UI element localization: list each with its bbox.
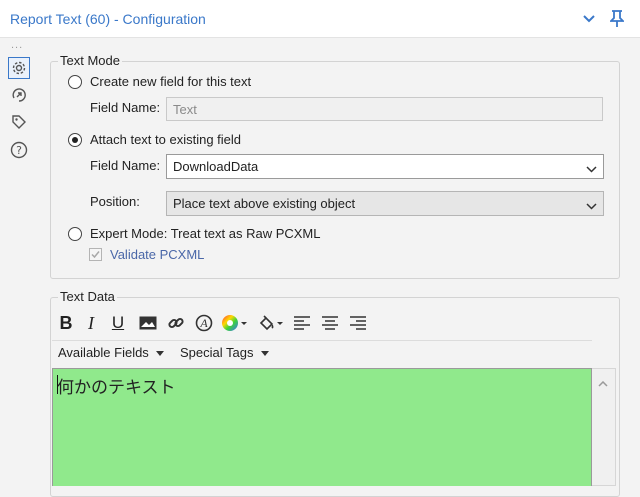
chevron-down-icon [586, 161, 597, 176]
field-name-dropdown[interactable]: DownloadData [166, 154, 604, 179]
tag-icon[interactable] [8, 111, 30, 133]
radio-create-label[interactable]: Create new field for this text [90, 74, 251, 89]
radio-expert-mode[interactable] [68, 227, 82, 241]
svg-text:A: A [199, 316, 208, 330]
align-center-icon[interactable] [320, 312, 340, 334]
italic-button[interactable]: I [82, 312, 100, 334]
fill-color-icon[interactable] [256, 312, 286, 334]
radio-attach-existing-field[interactable] [68, 133, 82, 147]
collapse-chevron-icon[interactable] [579, 9, 599, 29]
special-tags-label: Special Tags [180, 345, 254, 360]
text-color-icon[interactable] [220, 312, 250, 334]
title-bar: Report Text (60) - Configuration [0, 0, 640, 38]
link-icon[interactable] [166, 312, 186, 334]
radio-expert-label[interactable]: Expert Mode: Treat text as Raw PCXML [90, 226, 320, 241]
available-fields-label: Available Fields [58, 345, 149, 360]
format-toolbar: B I U A [52, 308, 592, 338]
chevron-down-icon [586, 198, 597, 213]
field-name-label-1: Field Name: [90, 100, 161, 115]
insert-menubar: Available Fields Special Tags [52, 340, 592, 367]
caret-down-icon [156, 351, 165, 357]
field-name-dropdown-value: DownloadData [173, 159, 259, 174]
svg-text:?: ? [16, 144, 22, 157]
help-icon[interactable]: ? [8, 139, 30, 161]
font-icon[interactable]: A [194, 312, 214, 334]
validate-pcxml-label: Validate PCXML [110, 247, 205, 262]
align-left-icon[interactable] [292, 312, 312, 334]
more-dots-icon[interactable]: ... [11, 39, 23, 51]
pin-icon[interactable] [607, 9, 627, 29]
field-name-input-1[interactable]: Text [166, 97, 603, 121]
align-right-icon[interactable] [348, 312, 368, 334]
position-dropdown-value: Place text above existing object [173, 196, 356, 211]
connection-icon[interactable] [8, 84, 30, 106]
special-tags-menu[interactable]: Special Tags [180, 345, 270, 360]
position-label: Position: [90, 194, 140, 209]
position-dropdown[interactable]: Place text above existing object [166, 191, 604, 216]
image-icon[interactable] [138, 312, 158, 334]
radio-create-new-field[interactable] [68, 75, 82, 89]
validate-pcxml-checkbox[interactable] [89, 248, 102, 261]
field-name-label-2: Field Name: [90, 158, 161, 173]
editor-content[interactable]: 何かのテキスト [57, 373, 176, 398]
text-mode-legend: Text Mode [58, 53, 122, 68]
radio-attach-label[interactable]: Attach text to existing field [90, 132, 241, 147]
underline-button[interactable]: U [108, 312, 128, 334]
editor-scrollbar[interactable] [592, 368, 616, 486]
caret-down-icon [261, 351, 270, 357]
text-editor[interactable]: 何かのテキスト [52, 368, 592, 486]
scroll-up-icon[interactable] [598, 375, 608, 390]
text-data-legend: Text Data [58, 289, 117, 304]
available-fields-menu[interactable]: Available Fields [58, 345, 165, 360]
text-caret [57, 375, 58, 394]
bold-button[interactable]: B [56, 312, 76, 334]
gear-icon[interactable] [8, 57, 30, 79]
window-title: Report Text (60) - Configuration [10, 11, 206, 27]
